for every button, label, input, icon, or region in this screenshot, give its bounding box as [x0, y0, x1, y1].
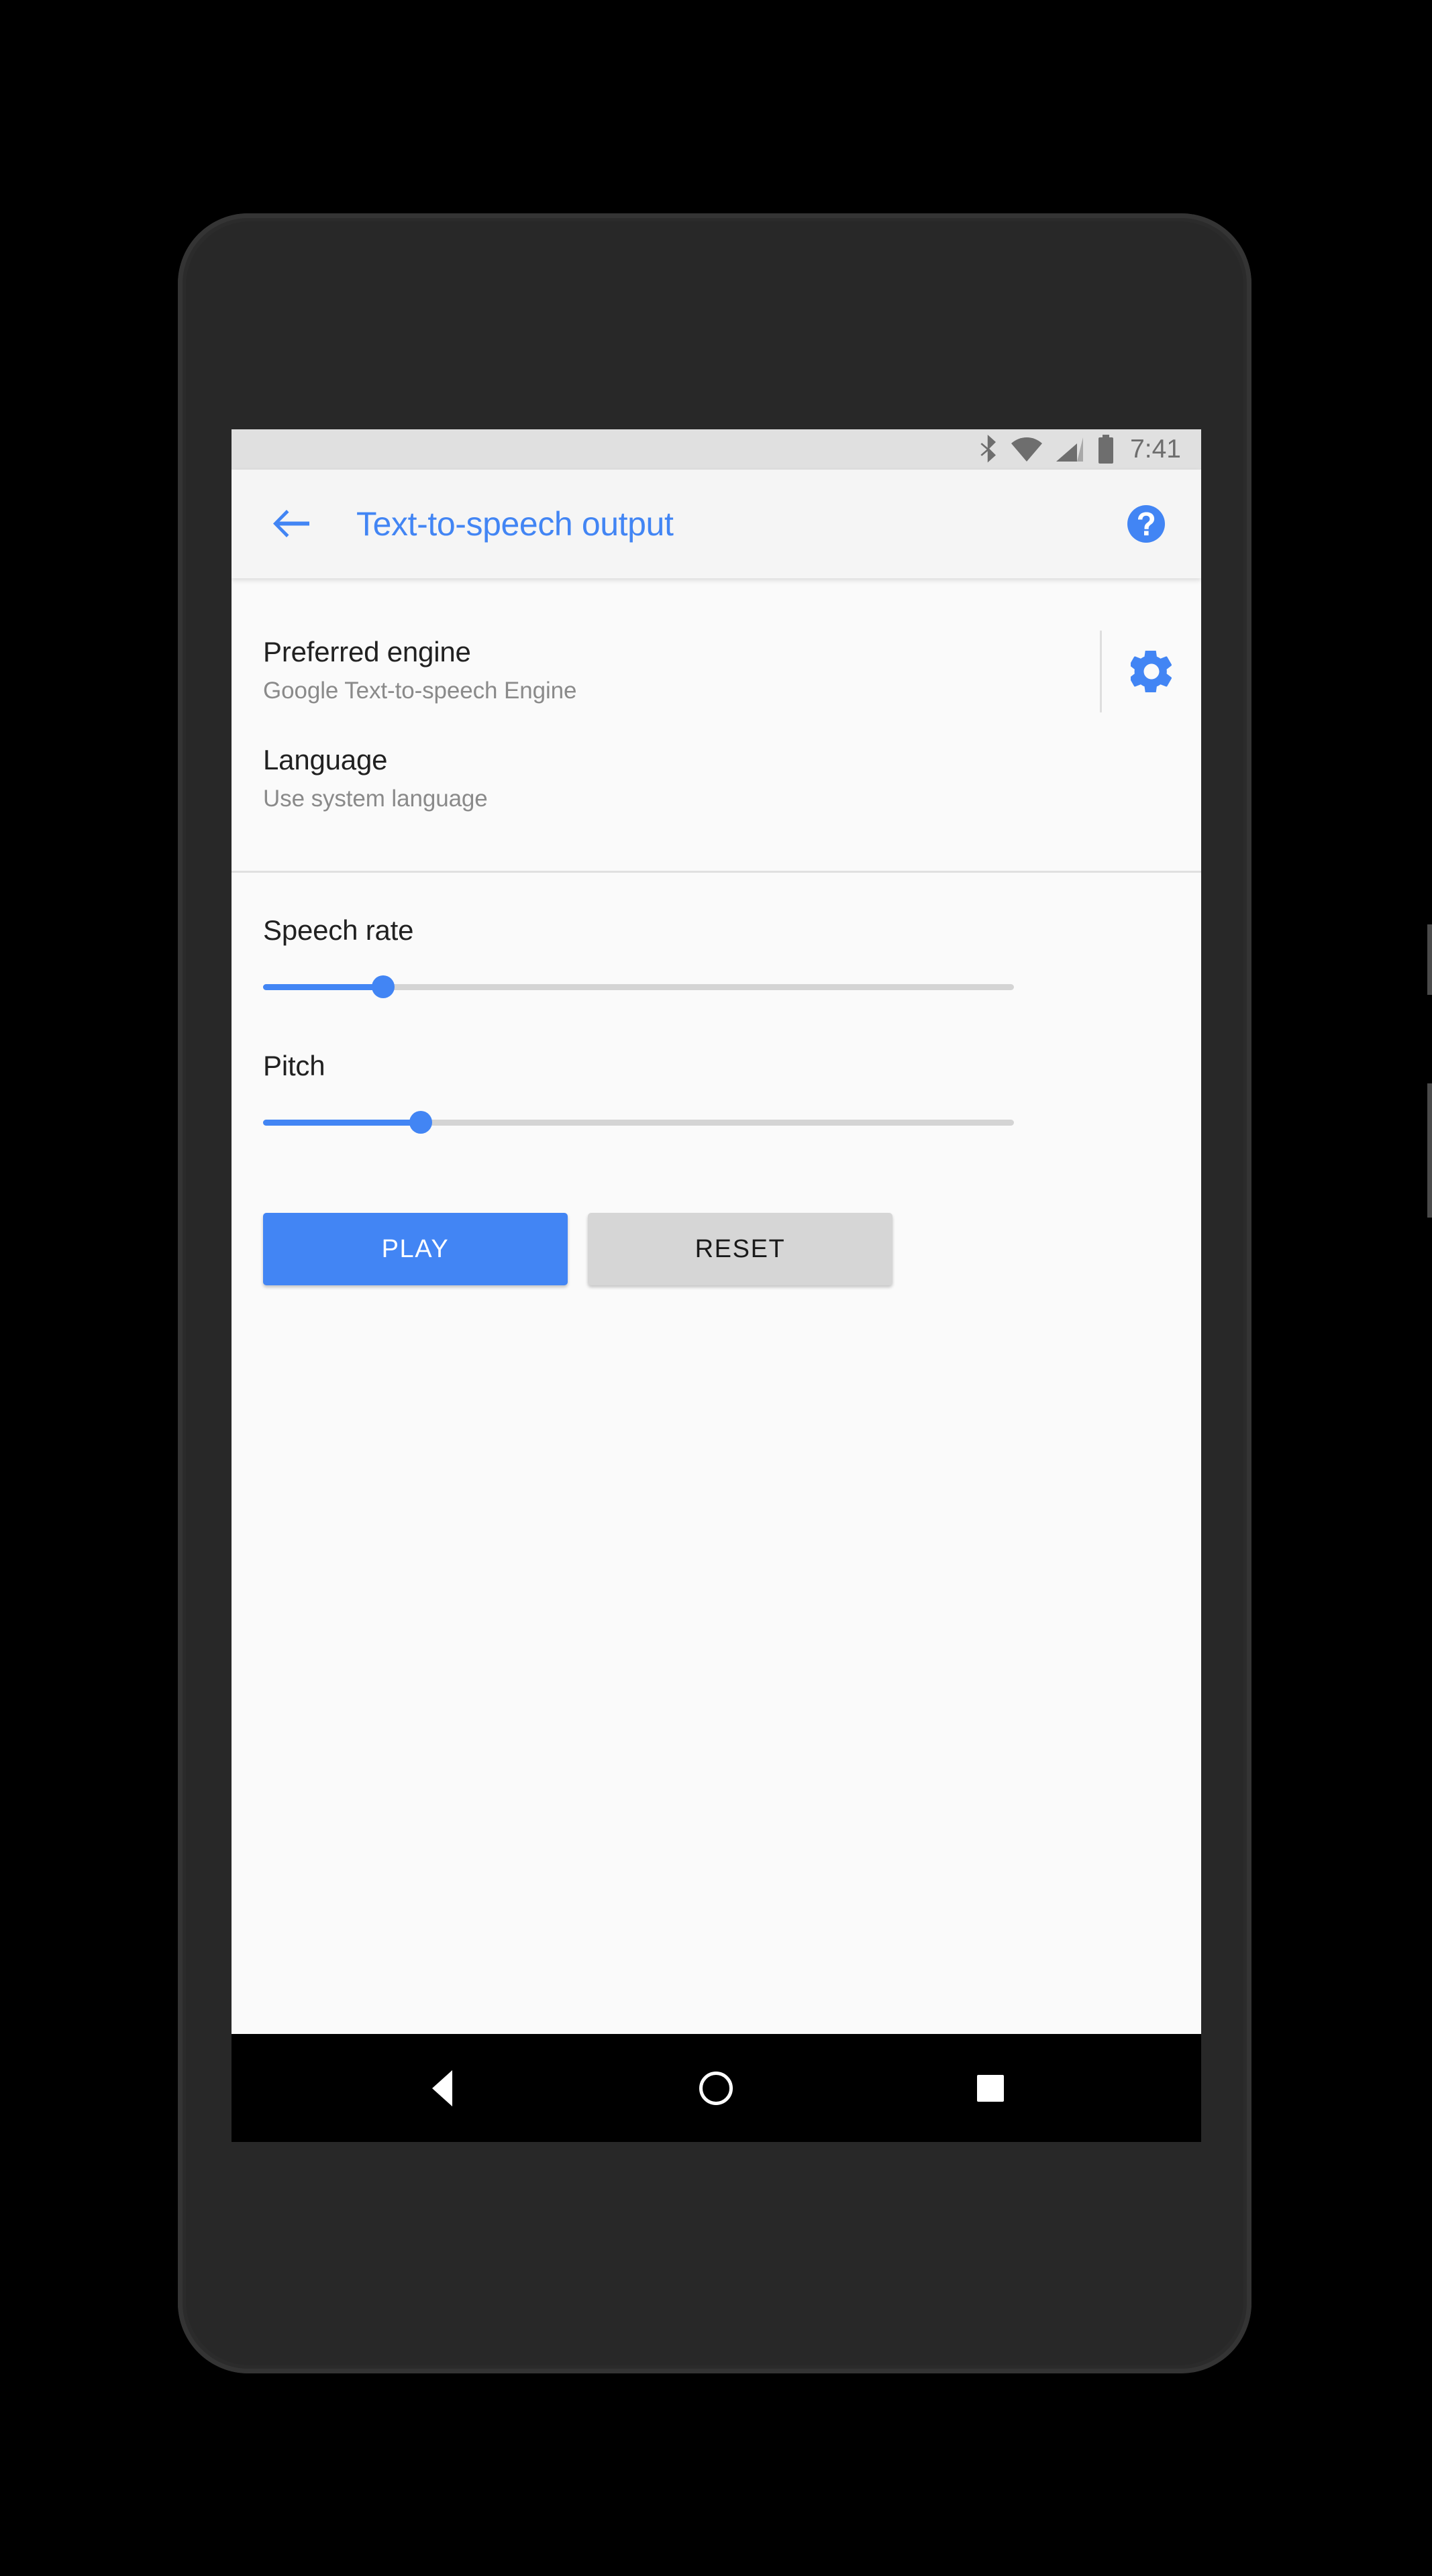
speech-rate-label: Speech rate: [263, 914, 414, 947]
wifi-icon: [1011, 437, 1043, 462]
language-title: Language: [263, 744, 388, 776]
cellular-signal-icon: [1055, 437, 1084, 462]
status-bar-clock: 7:41: [1130, 434, 1181, 464]
speech-rate-thumb[interactable]: [372, 975, 395, 999]
reset-button[interactable]: RESET: [588, 1213, 892, 1286]
status-bar: 7:41: [232, 429, 1201, 470]
settings-content: Preferred engine Google Text-to-speech E…: [232, 578, 1201, 2142]
speech-rate-block: Speech rate: [232, 873, 1201, 1008]
app-toolbar: Text-to-speech output: [232, 470, 1201, 578]
speech-rate-track[interactable]: [263, 975, 1014, 999]
language-main[interactable]: Language Use system language: [263, 722, 1201, 830]
page-title: Text-to-speech output: [356, 505, 674, 543]
triangle-back-icon: [432, 2070, 453, 2106]
help-button[interactable]: [1119, 497, 1173, 551]
speech-rate-fill: [263, 983, 384, 990]
volume-rocker-button[interactable]: [1427, 1083, 1432, 1218]
square-recents-icon: [976, 2074, 1004, 2102]
speech-rate-slider[interactable]: [263, 965, 1170, 1008]
battery-icon: [1096, 435, 1115, 464]
back-button[interactable]: [263, 496, 319, 552]
pitch-thumb[interactable]: [409, 1111, 432, 1134]
nav-recents-button[interactable]: [950, 2048, 1031, 2129]
engine-settings-button[interactable]: [1102, 620, 1201, 722]
pitch-fill: [263, 1119, 421, 1126]
preferred-engine-summary: Google Text-to-speech Engine: [263, 678, 577, 704]
pitch-label: Pitch: [263, 1050, 325, 1082]
gear-icon: [1131, 650, 1172, 692]
nav-home-button[interactable]: [676, 2048, 756, 2129]
circle-home-icon: [699, 2071, 733, 2105]
preference-row-preferred-engine: Preferred engine Google Text-to-speech E…: [232, 620, 1201, 722]
power-button[interactable]: [1427, 924, 1432, 995]
phone-screen: 7:41 Text-to-speech output Preferred eng…: [232, 429, 1201, 2142]
engine-section: Preferred engine Google Text-to-speech E…: [232, 578, 1201, 873]
pitch-track[interactable]: [263, 1111, 1014, 1134]
arrow-left-icon: [273, 510, 309, 537]
help-circle-icon: [1127, 505, 1165, 543]
preferred-engine-title: Preferred engine: [263, 636, 471, 667]
preferred-engine-main[interactable]: Preferred engine Google Text-to-speech E…: [263, 620, 1100, 722]
bluetooth-icon: [978, 435, 999, 464]
play-button[interactable]: PLAY: [263, 1213, 568, 1286]
action-button-row: PLAY RESET: [232, 1213, 1201, 1286]
language-summary: Use system language: [263, 786, 488, 812]
pitch-block: Pitch: [232, 1008, 1201, 1144]
screenshot-root: 7:41 Text-to-speech output Preferred eng…: [0, 0, 1432, 2576]
preference-row-language: Language Use system language: [232, 722, 1201, 835]
system-navigation-bar: [232, 2034, 1201, 2142]
pitch-slider[interactable]: [263, 1101, 1170, 1144]
nav-back-button[interactable]: [402, 2048, 482, 2129]
